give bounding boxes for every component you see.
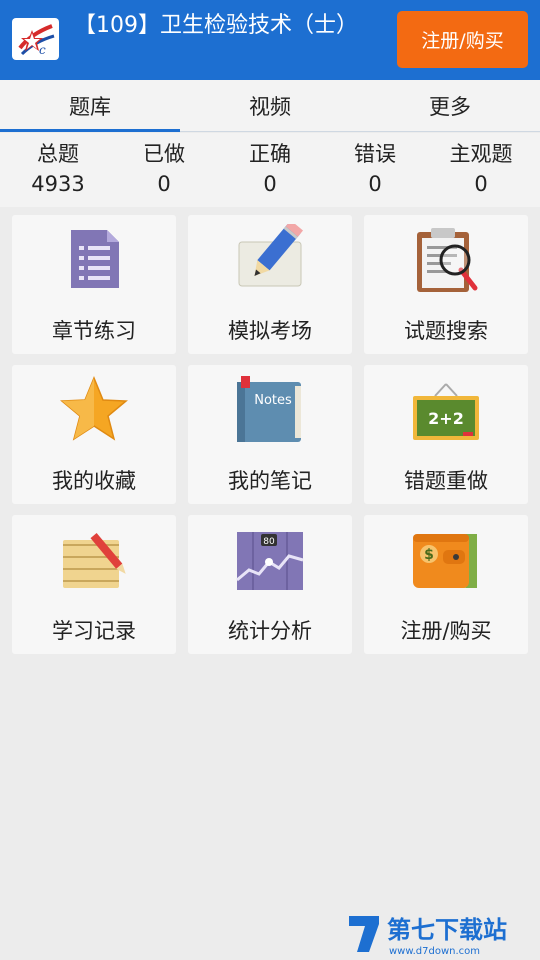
stat-wrong: 错误 0 — [325, 139, 425, 199]
tile-label: 章节练习 — [52, 319, 136, 343]
tile-label: 我的笔记 — [228, 469, 312, 493]
stat-label: 已做 — [143, 142, 185, 166]
chart-icon: 80 — [235, 524, 305, 594]
stat-label: 主观题 — [449, 142, 513, 166]
star-icon — [59, 374, 129, 444]
stats-panel: 总题 4933 已做 0 正确 0 错误 0 主观题 0 — [0, 133, 540, 207]
stat-subjective: 主观题 0 — [431, 139, 531, 199]
tile-label: 学习记录 — [52, 619, 136, 643]
app-logo: c — [12, 18, 59, 60]
stat-correct: 正确 0 — [220, 139, 320, 199]
stat-value: 0 — [263, 172, 277, 196]
notepad-pencil-icon — [59, 524, 129, 594]
pencil-paper-icon — [235, 220, 305, 294]
watermark-name: 第七下载站 — [387, 916, 507, 944]
tile-label: 错题重做 — [404, 469, 488, 493]
tab-more[interactable]: 更多 — [360, 80, 540, 131]
stat-label: 正确 — [249, 142, 291, 166]
tile-question-search[interactable]: 试题搜索 — [364, 215, 528, 354]
stat-done: 已做 0 — [114, 139, 214, 199]
register-buy-button[interactable]: 注册/购买 — [397, 11, 528, 68]
stat-label: 总题 — [37, 142, 79, 166]
svg-text:c: c — [39, 43, 46, 57]
tile-label: 统计分析 — [228, 619, 312, 643]
document-list-icon — [59, 224, 129, 294]
wallet-icon: $ — [411, 524, 481, 594]
tile-label: 注册/购买 — [400, 619, 492, 643]
chart-value-text: 80 — [263, 537, 275, 547]
notes-book-icon: Notes — [235, 374, 305, 444]
app-header: c 【109】卫生检验技术（士） 注册/购买 — [0, 0, 540, 80]
board-text: 2+2 — [428, 409, 464, 428]
tile-statistics[interactable]: 80 统计分析 — [188, 515, 352, 654]
stat-value: 0 — [157, 172, 171, 196]
tab-video[interactable]: 视频 — [180, 80, 360, 131]
chalkboard-icon: 2+2 — [411, 374, 481, 444]
tile-register-buy[interactable]: $ 注册/购买 — [364, 515, 528, 654]
clipboard-search-icon — [411, 224, 481, 294]
notes-text: Notes — [254, 393, 292, 408]
dollar-text: $ — [424, 547, 434, 563]
tile-study-record[interactable]: 学习记录 — [12, 515, 176, 654]
watermark-url: www.d7down.com — [389, 946, 480, 957]
app-title: 【109】卫生检验技术（士） — [74, 13, 358, 38]
stat-total: 总题 4933 — [8, 139, 108, 199]
stat-value: 0 — [474, 172, 488, 196]
tile-label: 模拟考场 — [228, 319, 312, 343]
tile-my-notes[interactable]: Notes 我的笔记 — [188, 365, 352, 504]
tile-redo-wrong[interactable]: 2+2 错题重做 — [364, 365, 528, 504]
tile-label: 试题搜索 — [404, 319, 488, 343]
stat-label: 错误 — [354, 142, 396, 166]
stat-value: 0 — [368, 172, 382, 196]
tile-label: 我的收藏 — [52, 469, 136, 493]
tab-bar: 题库 视频 更多 — [0, 80, 540, 132]
tile-chapter-practice[interactable]: 章节练习 — [12, 215, 176, 354]
tile-my-favorites[interactable]: 我的收藏 — [12, 365, 176, 504]
tile-mock-exam[interactable]: 模拟考场 — [188, 215, 352, 354]
tab-question-bank[interactable]: 题库 — [0, 80, 180, 132]
watermark-logo: 第七下载站 www.d7down.com — [345, 910, 535, 958]
stat-value: 4933 — [31, 172, 85, 196]
